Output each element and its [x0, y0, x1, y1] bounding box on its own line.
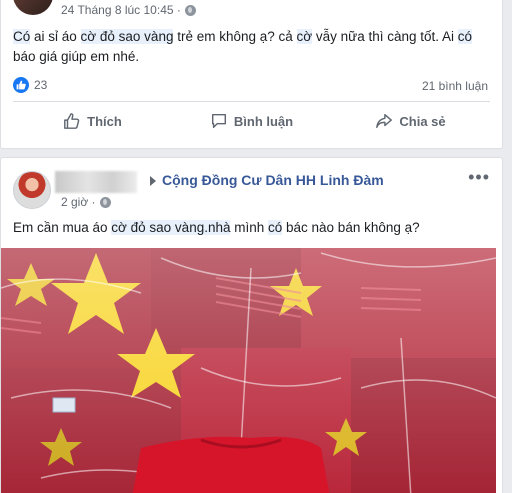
post-text: Em cần mua áo cờ đỏ sao vàng.nhà mình có…: [13, 218, 498, 238]
share-button[interactable]: Chia sẻ: [331, 105, 490, 137]
group-name-link[interactable]: Cộng Đồng Cư Dân HH Linh Đàm: [162, 172, 384, 188]
photo-red-flag-shirts-icon: [1, 248, 496, 493]
post-photo[interactable]: [1, 248, 496, 493]
caret-right-icon: [150, 176, 156, 186]
reaction-count: 23: [34, 78, 48, 92]
share-label: Chia sẻ: [399, 113, 446, 129]
text-segment: cờ đỏ sao vàng: [80, 29, 174, 44]
like-icon: [13, 77, 29, 93]
post-timestamp[interactable]: 24 Tháng 8 lúc 10:45 ·: [61, 3, 181, 17]
text-segment: Em cần mua áo: [13, 220, 112, 235]
comments-count[interactable]: 21 bình luận: [422, 79, 488, 93]
more-options-icon[interactable]: •••: [468, 168, 490, 186]
text-segment: mình: [230, 220, 268, 235]
comment-button[interactable]: Bình luận: [172, 105, 331, 137]
post-text: Có ai sỉ áo cờ đỏ sao vàng trẻ em không …: [13, 27, 498, 67]
text-segment: có: [457, 29, 473, 44]
reaction-summary[interactable]: 23: [13, 77, 47, 93]
avatar[interactable]: [13, 0, 53, 15]
like-button[interactable]: Thích: [13, 105, 172, 137]
news-feed: 24 Tháng 8 lúc 10:45 · Có ai sỉ áo cờ đỏ…: [0, 0, 512, 493]
post-actions: Thích Bình luận Chia sẻ: [13, 105, 490, 137]
author-name-blurred[interactable]: [55, 171, 137, 193]
text-segment: cờ: [296, 29, 313, 44]
text-segment: vẫy nữa thì càng tốt. Ai: [312, 29, 458, 44]
text-segment: cờ đỏ sao vàng.nhà: [111, 220, 231, 235]
comment-label: Bình luận: [233, 113, 294, 129]
globe-icon: [99, 196, 111, 208]
globe-icon: [184, 4, 196, 16]
post-card: Cộng Đồng Cư Dân HH Linh Đàm 2 giờ · •••…: [0, 157, 503, 493]
post-meta: 2 giờ ·: [61, 195, 111, 209]
post-timestamp[interactable]: 2 giờ ·: [61, 195, 96, 209]
like-label: Thích: [87, 113, 122, 129]
thumbs-up-icon: [64, 113, 80, 129]
text-segment: bác nào bán không ạ?: [282, 220, 420, 235]
divider: [13, 101, 490, 102]
text-segment: ai sỉ áo: [30, 29, 81, 44]
post-meta: 24 Tháng 8 lúc 10:45 ·: [61, 3, 196, 17]
avatar[interactable]: [13, 171, 51, 209]
post-card: 24 Tháng 8 lúc 10:45 · Có ai sỉ áo cờ đỏ…: [0, 0, 503, 149]
text-segment: báo giá giúp em nhé.: [13, 49, 140, 64]
share-icon: [376, 113, 393, 129]
text-segment: có: [268, 220, 283, 235]
text-segment: Có: [13, 29, 31, 44]
comment-icon: [211, 113, 226, 129]
text-segment: trẻ em không ạ? cả: [173, 29, 297, 44]
